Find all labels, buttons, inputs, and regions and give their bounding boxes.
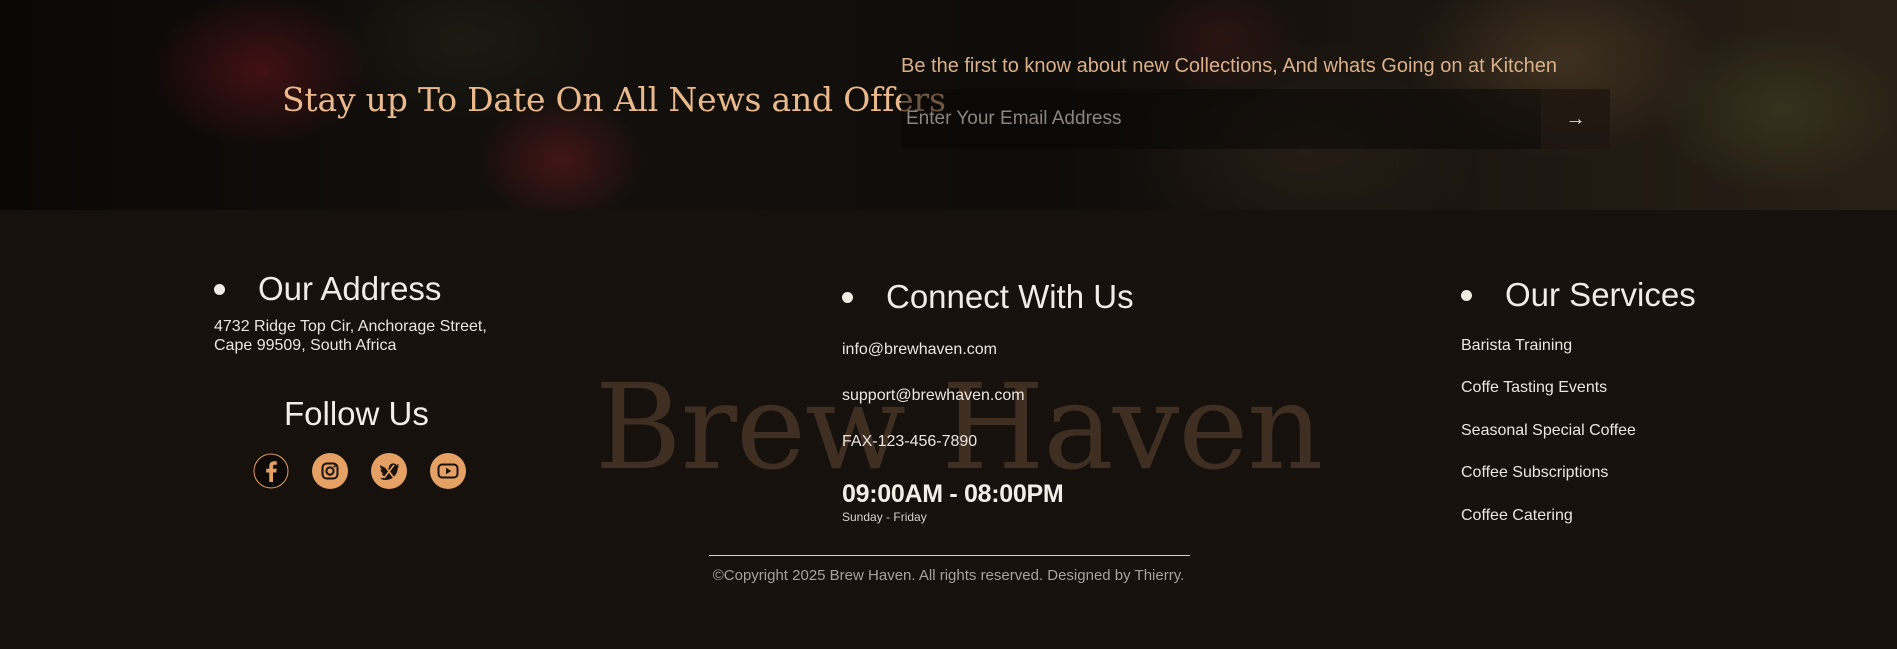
newsletter-subtitle: Be the first to know about new Collectio…: [901, 55, 1557, 77]
service-link[interactable]: Coffe Tasting Events: [1461, 379, 1607, 397]
instagram-icon: [321, 462, 339, 480]
facebook-icon: [253, 453, 289, 489]
bullet-icon: [1461, 289, 1472, 301]
service-link[interactable]: Seasonal Special Coffee: [1461, 422, 1636, 440]
address-text: 4732 Ridge Top Cir, Anchorage Street, Ca…: [214, 318, 487, 354]
address-heading-label: Our Address: [258, 270, 442, 307]
services-heading-label: Our Services: [1505, 276, 1696, 313]
copyright-text: ©Copyright 2025 Brew Haven. All rights r…: [712, 567, 1185, 584]
arrow-right-icon: →: [1565, 107, 1586, 130]
footer-divider: [709, 555, 1190, 556]
services-heading: Our Services: [1461, 276, 1696, 314]
brand-watermark: Brew Haven: [595, 358, 1323, 496]
opening-days: Sunday - Friday: [842, 510, 927, 524]
bullet-icon: [842, 291, 853, 303]
footer: Brew Haven Our Address 4732 Ridge Top Ci…: [0, 210, 1897, 649]
newsletter-hero: Stay up To Date On All News and Offers B…: [0, 0, 1897, 210]
follow-heading: Follow Us: [284, 395, 429, 432]
service-link[interactable]: Coffee Subscriptions: [1461, 464, 1608, 482]
fax-number: FAX-123-456-7890: [842, 433, 978, 450]
email-input[interactable]: [901, 89, 1541, 149]
youtube-link[interactable]: [430, 453, 466, 489]
service-link[interactable]: Coffee Catering: [1461, 507, 1573, 525]
support-email-link[interactable]: support@brewhaven.com: [842, 387, 1025, 405]
newsletter-title: Stay up To Date On All News and Offers: [282, 80, 946, 119]
facebook-link[interactable]: [253, 453, 289, 489]
service-link[interactable]: Barista Training: [1461, 337, 1572, 355]
bullet-icon: [214, 283, 225, 295]
youtube-icon: [437, 463, 459, 479]
instagram-link[interactable]: [312, 453, 348, 489]
social-links: [253, 453, 466, 489]
address-heading: Our Address: [214, 270, 441, 308]
twitter-link[interactable]: [371, 453, 407, 489]
connect-heading: Connect With Us: [842, 278, 1134, 316]
opening-hours: 09:00AM - 08:00PM: [842, 480, 1064, 508]
twitter-icon: [380, 463, 400, 480]
subscribe-button[interactable]: →: [1541, 89, 1610, 149]
info-email-link[interactable]: info@brewhaven.com: [842, 341, 997, 359]
connect-heading-label: Connect With Us: [886, 278, 1134, 315]
